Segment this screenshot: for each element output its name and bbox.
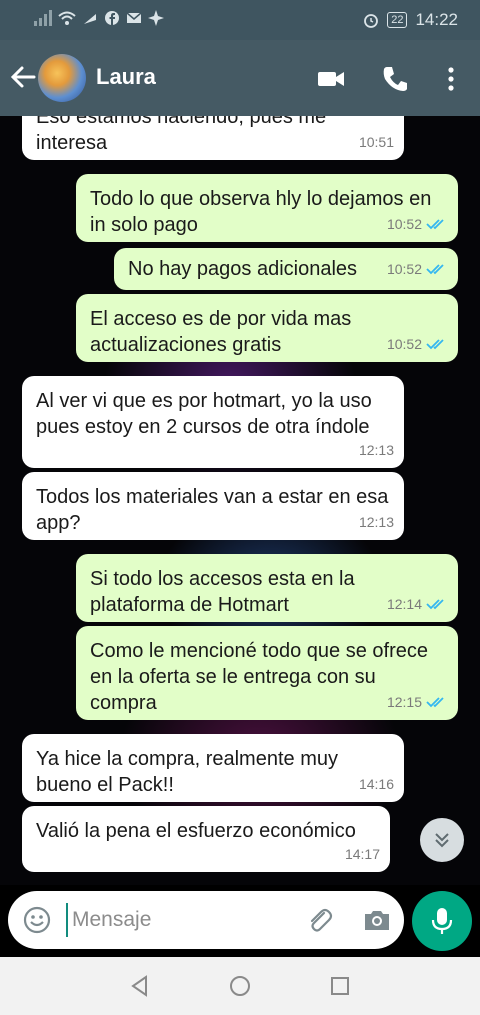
mail-icon bbox=[126, 12, 142, 23]
message-composer bbox=[8, 891, 404, 949]
signal-icon bbox=[34, 10, 52, 26]
camera-icon[interactable] bbox=[362, 905, 392, 935]
message-text: Valió la pena el esfuerzo económico bbox=[36, 820, 356, 842]
message-time: 12:15 bbox=[386, 694, 422, 710]
status-icons-left bbox=[34, 10, 164, 26]
battery-indicator: 22 bbox=[387, 12, 408, 28]
message-bubble-incoming[interactable]: Todos los materiales van a estar en esa … bbox=[22, 472, 404, 540]
video-call-icon[interactable] bbox=[316, 64, 346, 94]
microphone-icon bbox=[431, 908, 453, 934]
message-time: 12:14 bbox=[386, 596, 422, 612]
message-bubble-outgoing[interactable]: El acceso es de por vida mas actualizaci… bbox=[76, 294, 458, 362]
chat-header: Laura bbox=[0, 40, 480, 116]
read-receipt-icon bbox=[426, 264, 444, 275]
chat-area[interactable]: Eso estamos haciendo, pues me interesa 1… bbox=[0, 116, 480, 885]
message-bubble-outgoing[interactable]: Como le mencioné todo que se ofrece en l… bbox=[76, 626, 458, 720]
upload-icon bbox=[84, 14, 96, 24]
message-bubble-incoming[interactable]: Eso estamos haciendo, pues me interesa 1… bbox=[22, 116, 404, 160]
message-text: Al ver vi que es por hotmart, yo la uso … bbox=[36, 390, 372, 438]
facebook-icon bbox=[105, 11, 119, 25]
wifi-icon bbox=[58, 11, 76, 25]
emoji-icon[interactable] bbox=[22, 905, 52, 935]
double-chevron-down-icon bbox=[435, 833, 449, 848]
voice-record-button[interactable] bbox=[412, 891, 472, 951]
attachment-icon[interactable] bbox=[304, 905, 334, 935]
read-receipt-icon bbox=[426, 219, 444, 230]
message-time: 10:52 bbox=[386, 216, 422, 232]
message-text: Todos los materiales van a estar en esa … bbox=[36, 486, 389, 534]
read-receipt-icon bbox=[426, 599, 444, 610]
message-time: 10:52 bbox=[386, 336, 422, 352]
status-bar: 22 14:22 bbox=[0, 0, 480, 40]
message-time: 12:13 bbox=[358, 442, 394, 458]
message-text: Ya hice la compra, realmente muy bueno e… bbox=[36, 748, 338, 796]
status-time: 14:22 bbox=[415, 10, 458, 29]
message-bubble-outgoing[interactable]: No hay pagos adicionales 10:52 bbox=[114, 248, 458, 290]
contact-avatar[interactable] bbox=[38, 54, 86, 102]
message-time: 10:51 bbox=[358, 134, 394, 150]
message-time: 10:52 bbox=[386, 261, 422, 277]
sparkle-icon bbox=[148, 10, 164, 26]
message-bubble-incoming[interactable]: Ya hice la compra, realmente muy bueno e… bbox=[22, 734, 404, 802]
message-bubble-incoming[interactable]: Valió la pena el esfuerzo económico 14:1… bbox=[22, 806, 390, 872]
system-nav-bar bbox=[0, 957, 480, 1015]
message-bubble-outgoing[interactable]: Todo lo que observa hly lo dejamos en in… bbox=[76, 174, 458, 242]
message-input[interactable] bbox=[66, 903, 286, 937]
nav-recents-icon[interactable] bbox=[328, 974, 352, 998]
read-receipt-icon bbox=[426, 697, 444, 708]
message-bubble-outgoing[interactable]: Si todo los accesos esta en la plataform… bbox=[76, 554, 458, 622]
nav-home-icon[interactable] bbox=[228, 974, 252, 998]
back-arrow-icon[interactable] bbox=[8, 62, 38, 92]
message-time: 14:16 bbox=[358, 776, 394, 792]
more-options-icon[interactable] bbox=[436, 64, 466, 94]
message-bubble-incoming[interactable]: Al ver vi que es por hotmart, yo la uso … bbox=[22, 376, 404, 468]
message-time: 12:13 bbox=[358, 514, 394, 530]
message-time: 14:17 bbox=[344, 846, 380, 862]
contact-name[interactable]: Laura bbox=[96, 64, 156, 90]
voice-call-icon[interactable] bbox=[380, 64, 410, 94]
nav-back-icon[interactable] bbox=[128, 974, 152, 998]
scroll-to-bottom-button[interactable] bbox=[420, 818, 464, 862]
message-text: Eso estamos haciendo, pues me interesa bbox=[36, 116, 327, 154]
alarm-icon bbox=[364, 14, 379, 28]
status-icons-right: 22 14:22 bbox=[363, 10, 458, 30]
input-bar bbox=[0, 885, 480, 957]
read-receipt-icon bbox=[426, 339, 444, 350]
